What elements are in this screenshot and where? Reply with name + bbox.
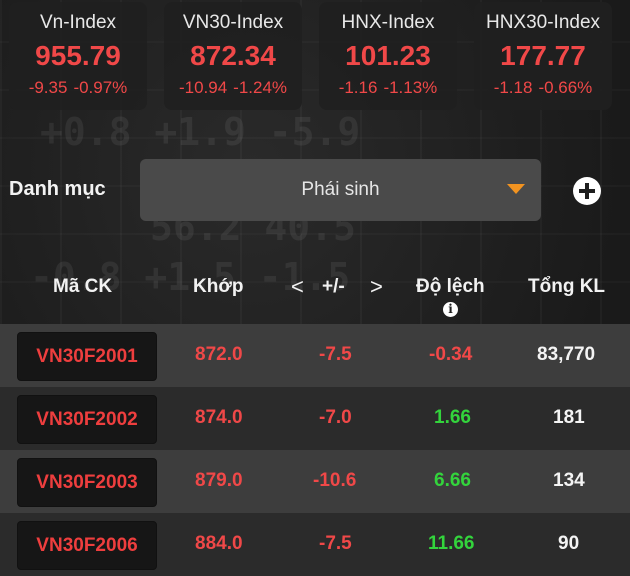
price-change: -7.5 (319, 533, 352, 554)
index-card-vn-index[interactable]: Vn-Index 955.79 -9.35 -0.97% (9, 2, 147, 110)
price-change: -7.0 (319, 407, 352, 428)
table-row[interactable]: VN30F2001 872.0 -7.5 -0.34 83,770 (0, 324, 630, 387)
index-card-hnx30-index[interactable]: HNX30-Index 177.77 -1.18 -0.66% (474, 2, 612, 110)
watchlist-dropdown[interactable]: Phái sinh (140, 159, 541, 221)
header-total-volume[interactable]: Tổng KL (528, 276, 605, 298)
symbol-button[interactable]: VN30F2006 (17, 521, 157, 570)
table-row[interactable]: VN30F2003 879.0 -10.6 6.66 134 (0, 450, 630, 513)
chevron-right-icon[interactable]: > (370, 274, 383, 300)
basis-value: 1.66 (434, 407, 471, 428)
index-change: -9.35 -0.97% (28, 78, 128, 97)
index-name: HNX30-Index (485, 12, 601, 33)
index-change: -1.16 -1.13% (338, 78, 438, 97)
index-value: 101.23 (345, 40, 431, 71)
symbol-button[interactable]: VN30F2003 (17, 458, 157, 507)
total-volume: 90 (558, 533, 580, 554)
header-change[interactable]: +/- (322, 276, 345, 298)
index-card-vn30-index[interactable]: VN30-Index 872.34 -10.94 -1.24% (164, 2, 302, 110)
match-price: 872.0 (195, 344, 243, 365)
index-value: 872.34 (190, 40, 276, 71)
match-price: 879.0 (195, 470, 243, 491)
symbol-button[interactable]: VN30F2001 (17, 332, 157, 381)
index-change: -10.94 -1.24% (178, 78, 288, 97)
info-icon[interactable]: i (443, 302, 458, 317)
index-name: VN30-Index (182, 12, 284, 33)
watchlist-selected-value: Phái sinh (301, 179, 380, 200)
index-value: 955.79 (35, 40, 121, 71)
symbol-button[interactable]: VN30F2002 (17, 395, 157, 444)
plus-circle-icon[interactable] (573, 177, 601, 205)
caret-down-icon (507, 184, 525, 194)
market-index-cards: Vn-Index 955.79 -9.35 -0.97% VN30-Index 8… (0, 2, 630, 112)
index-change: -1.18 -0.66% (493, 78, 593, 97)
match-price: 874.0 (195, 407, 243, 428)
table-header: Mã CK Khớp < +/- > Độ lệch i Tổng KL (0, 258, 630, 320)
table-row[interactable]: VN30F2002 874.0 -7.0 1.66 181 (0, 387, 630, 450)
index-name: HNX-Index (341, 12, 435, 33)
watchlist-label: Danh mục (9, 178, 106, 200)
table-row[interactable]: VN30F2006 884.0 -7.5 11.66 90 (0, 513, 630, 576)
header-symbol[interactable]: Mã CK (53, 276, 112, 298)
index-name: Vn-Index (39, 12, 117, 33)
match-price: 884.0 (195, 533, 243, 554)
header-basis[interactable]: Độ lệch (416, 276, 485, 298)
index-card-hnx-index[interactable]: HNX-Index 101.23 -1.16 -1.13% (319, 2, 457, 110)
background-ghost-digits: +0.8 +1.9 -5.9 (40, 110, 361, 154)
index-value: 177.77 (500, 40, 586, 71)
price-change: -7.5 (319, 344, 352, 365)
basis-value: 11.66 (428, 533, 475, 554)
total-volume: 83,770 (537, 344, 596, 365)
header-match-price[interactable]: Khớp (193, 276, 243, 298)
total-volume: 134 (553, 470, 585, 491)
price-change: -10.6 (313, 470, 357, 491)
basis-value: -0.34 (429, 344, 473, 365)
total-volume: 181 (553, 407, 585, 428)
chevron-left-icon[interactable]: < (291, 274, 304, 300)
basis-value: 6.66 (434, 470, 471, 491)
